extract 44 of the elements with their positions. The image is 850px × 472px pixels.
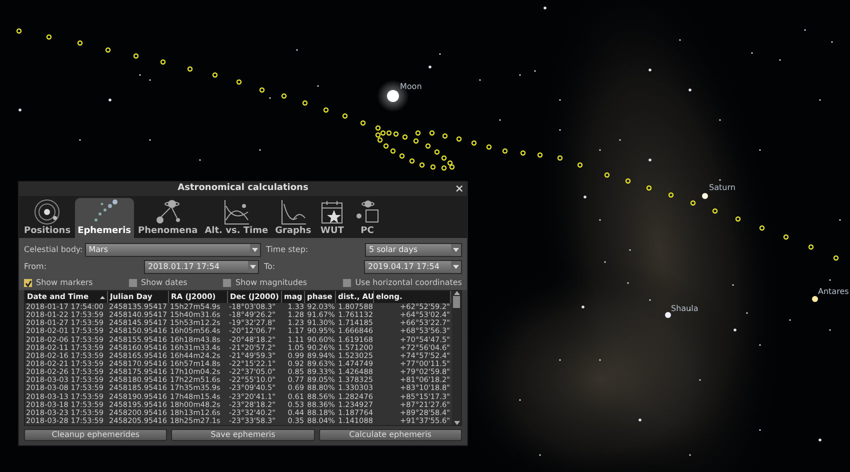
- line-chart-icon: [222, 198, 250, 226]
- star-label: Shaula: [671, 304, 698, 314]
- checkbox[interactable]: [128, 279, 137, 287]
- dropdown[interactable]: 2018.01.17 17:54: [144, 260, 259, 274]
- field-label: From:: [24, 261, 48, 273]
- action-button[interactable]: Calculate ephemeris: [318, 429, 462, 442]
- tab[interactable]: Ephemeris: [74, 198, 134, 238]
- checkbox-label: Use horizontal coordinates: [355, 277, 462, 289]
- scrollbar-thumb[interactable]: [453, 296, 460, 308]
- action-button[interactable]: Cleanup ephemerides: [24, 429, 168, 442]
- sort-icon: [100, 296, 105, 298]
- planet-icon: [154, 198, 182, 226]
- dropdown-arrow-icon: [453, 265, 459, 269]
- star-label: Saturn: [709, 183, 736, 193]
- tab[interactable]: PC: [350, 198, 384, 238]
- dropdown[interactable]: Mars: [84, 243, 261, 257]
- star-label: Moon: [400, 82, 422, 92]
- checkbox-label: Show dates: [140, 277, 188, 289]
- field-label: To:: [264, 261, 276, 273]
- checkbox[interactable]: [223, 279, 232, 287]
- dropdown-arrow-icon: [452, 248, 459, 252]
- scroll-down-icon[interactable]: [454, 421, 460, 426]
- tab[interactable]: Phenomena: [135, 198, 201, 238]
- tab[interactable]: Alt. vs. Time: [202, 198, 272, 238]
- field-label: Time step:: [266, 244, 310, 256]
- tab[interactable]: Positions: [21, 198, 74, 238]
- dropdown-arrow-icon: [250, 265, 256, 269]
- scrollbar[interactable]: [452, 291, 461, 426]
- checkbox-label: Show magnitudes: [235, 277, 308, 289]
- orbit-icon: [33, 198, 62, 226]
- action-button[interactable]: Save ephemeris: [171, 429, 315, 442]
- dropdown[interactable]: 2019.04.17 17:54: [364, 260, 462, 274]
- checkbox[interactable]: [24, 279, 32, 287]
- star-label: Antares: [818, 287, 849, 297]
- checkbox[interactable]: [343, 279, 352, 287]
- dropdown[interactable]: 5 solar days: [364, 243, 462, 257]
- close-button[interactable]: ×: [454, 182, 464, 195]
- tab[interactable]: WUT: [315, 198, 350, 238]
- curve-chart-icon: [279, 198, 308, 226]
- dropdown-arrow-icon: [252, 248, 258, 252]
- checkbox-label: Show markers: [36, 277, 93, 289]
- window-title: Astronomical calculations: [178, 182, 308, 196]
- tab[interactable]: Graphs: [272, 198, 314, 238]
- field-label: Celestial body:: [24, 244, 83, 256]
